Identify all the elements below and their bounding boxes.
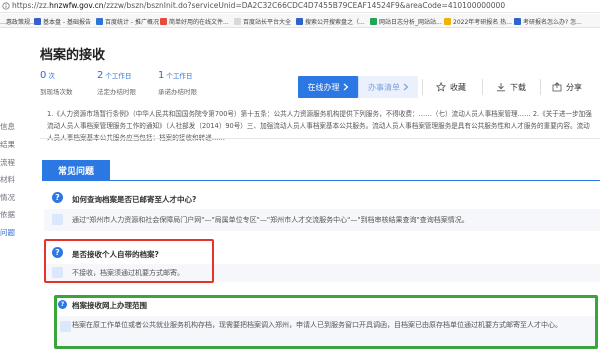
online-apply-button[interactable]: 在线办理 (298, 76, 358, 98)
share-button[interactable]: 分享 (552, 76, 582, 98)
sidebar-item-result[interactable]: 结果 (0, 139, 15, 150)
baidu-icon (34, 17, 41, 25)
bookmark-item[interactable]: 简单好用的在线文件... (160, 16, 229, 26)
bookmark-item[interactable]: 百度站长平台大全 (234, 16, 291, 26)
bookmark-item[interactable]: 2022年考研报名 热... (444, 16, 512, 26)
share-label: 分享 (566, 82, 582, 92)
service-list-button[interactable]: 办事清单 (358, 76, 418, 98)
bookmark-icon (444, 17, 451, 25)
doc-icon (160, 17, 167, 25)
faq-section-tab[interactable]: 常见问题 (42, 160, 110, 180)
bookmark-item[interactable]: 基本盘 - 基础报告 (34, 16, 91, 26)
download-icon (497, 83, 505, 92)
stat-promised-limit-label: 承诺办结时限 (158, 88, 197, 96)
sidebar-item-info[interactable]: 信息 (0, 121, 15, 132)
stat-legal-limit: 2 个工作日 (97, 70, 132, 81)
chevron-right-icon (403, 83, 409, 91)
service-list-label: 办事清单 (368, 82, 400, 92)
bookmark-item[interactable]: …惠政策规… (0, 16, 36, 26)
stat-visits-label: 到现场次数 (40, 88, 73, 96)
highlight-box-green (54, 295, 598, 349)
bookmarks-bar: …惠政策规… 基本盘 - 基础报告 百度统计 - 推广概况 简单好用的在线文件.… (0, 14, 600, 28)
chevron-right-icon (343, 83, 348, 91)
page-title: 档案的接收 (40, 48, 106, 63)
online-apply-label: 在线办理 (307, 82, 340, 92)
chart-icon (96, 17, 103, 25)
url-text[interactable]: https://zz.hnzwfw.gov.cn/zzzw/bszn/bsznI… (12, 1, 505, 10)
bookmark-item[interactable]: 网站日志分析_网站站... (370, 16, 442, 26)
globe-icon (370, 17, 377, 25)
faq-question[interactable]: 如何查询档案是否已邮寄至人才中心? (72, 194, 196, 205)
paw-icon (514, 17, 521, 25)
info-icon[interactable] (2, 2, 10, 10)
bookmark-item[interactable]: 百度统计 - 推广概况 (96, 16, 159, 26)
paw-icon (296, 17, 303, 25)
stat-legal-limit-label: 法定办结时限 (97, 88, 136, 96)
sidebar-item-process[interactable]: 流程 (0, 157, 15, 168)
divider (40, 138, 600, 139)
page-icon (234, 17, 241, 25)
share-icon (552, 82, 562, 92)
divider (540, 79, 541, 95)
sidebar-item-faq[interactable]: 问题 (0, 227, 15, 238)
star-icon (436, 82, 446, 92)
favorite-label: 收藏 (450, 82, 466, 92)
download-button[interactable]: 下载 (496, 76, 526, 98)
sidebar-item-materials[interactable]: 材料 (0, 174, 15, 185)
bookmark-item[interactable]: 考研报名怎么办? 怎... (514, 16, 582, 26)
stat-promised-limit: 1 个工作日 (158, 70, 193, 81)
sidebar-item-basis[interactable]: 依据 (0, 209, 15, 220)
answer-icon (52, 214, 63, 225)
divider (482, 79, 483, 95)
stat-visits: 0次 (40, 70, 55, 81)
sidebar-item-status[interactable]: 情况 (0, 192, 15, 203)
favorite-button[interactable]: 收藏 (436, 76, 466, 98)
address-bar[interactable]: https://zz.hnzwfw.gov.cn/zzzw/bszn/bsznI… (0, 0, 600, 13)
download-label: 下载 (510, 82, 526, 92)
highlight-box-red (44, 239, 214, 283)
bookmark-item[interactable]: 搜索公开搜索盘之（... (296, 16, 365, 26)
divider (422, 79, 423, 95)
faq-section-underline (42, 180, 600, 181)
faq-answer: 通过"郑州市人力资源和社会保障局门户网"—"局属单位专区"—"郑州市人才交流服务… (72, 216, 469, 224)
question-icon: ? (52, 192, 63, 203)
